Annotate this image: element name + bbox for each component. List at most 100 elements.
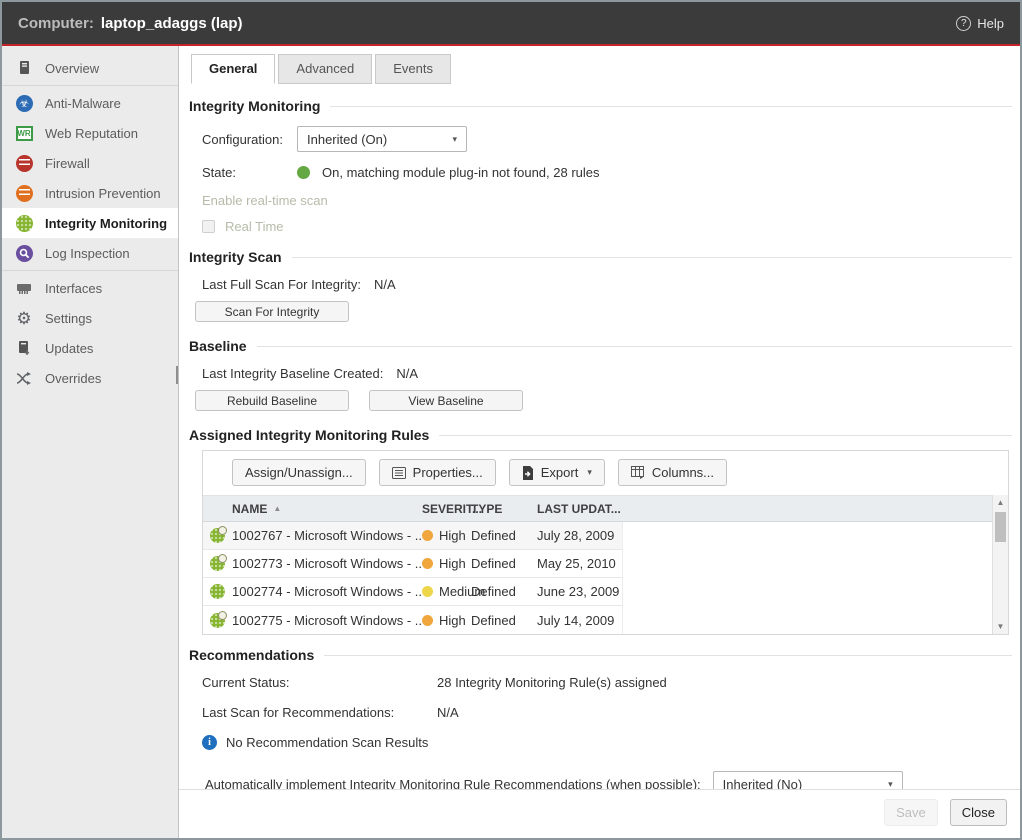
tab-events[interactable]: Events [375,54,451,84]
integrity-rule-icon [210,613,225,628]
configuration-value: Inherited (On) [307,132,387,147]
properties-button[interactable]: Properties... [379,459,496,486]
chevron-down-icon: ▾ [587,467,592,478]
real-time-label: Real Time [225,219,284,234]
current-status-value: 28 Integrity Monitoring Rule(s) assigned [437,675,667,690]
section-title: Assigned Integrity Monitoring Rules [189,427,429,443]
intrusion-prevention-icon [15,184,33,202]
interfaces-icon [15,279,33,297]
settings-icon: ⚙ [15,309,33,327]
sidebar-item-log-inspection[interactable]: Log Inspection [2,238,178,268]
integrity-rule-icon [210,584,225,599]
sidebar-item-overview[interactable]: Overview [2,53,178,83]
columns-icon [631,466,645,479]
last-full-scan-value: N/A [374,277,396,292]
last-baseline-created-label: Last Integrity Baseline Created: [202,366,383,381]
rule-row[interactable]: 1002775 - Microsoft Windows - ... High D… [203,606,623,634]
rule-row[interactable]: 1002773 - Microsoft Windows - ... High D… [203,550,623,578]
assigned-rules-section-header: Assigned Integrity Monitoring Rules [189,427,1012,443]
sidebar-item-label: Intrusion Prevention [45,186,161,201]
real-time-checkbox[interactable] [202,220,215,233]
sidebar-item-label: Overrides [45,371,101,386]
tab-bar: General Advanced Events [179,46,1020,84]
export-icon [522,466,534,480]
scroll-up-icon[interactable]: ▲ [997,498,1005,507]
scroll-down-icon[interactable]: ▼ [997,622,1005,631]
sidebar-separator [2,85,178,86]
sidebar-item-firewall[interactable]: Firewall [2,148,178,178]
sidebar-item-web-reputation[interactable]: WR Web Reputation [2,118,178,148]
rules-table-header: NAME ▲ SEVERIT... TYPE LAST UPDAT... [203,495,992,522]
severity-high-icon [422,530,433,541]
configuration-select[interactable]: Inherited (On) ▾ [297,126,467,152]
close-button[interactable]: Close [950,799,1007,826]
rebuild-baseline-button[interactable]: Rebuild Baseline [195,390,349,411]
column-header-type[interactable]: TYPE [471,502,537,516]
rule-name: 1002767 - Microsoft Windows - ... [232,528,422,543]
sidebar-item-anti-malware[interactable]: ☣ Anti-Malware [2,88,178,118]
rule-row[interactable]: 1002774 - Microsoft Windows - ... Medium… [203,578,623,606]
computer-name: laptop_adaggs (lap) [101,15,243,32]
rule-type: Defined [471,528,537,543]
last-baseline-created-value: N/A [396,366,418,381]
auto-implement-select[interactable]: Inherited (No) ▾ [713,771,903,789]
severity-high-icon [422,615,433,626]
column-header-severity[interactable]: SEVERIT... [422,502,471,516]
assigned-rules-panel: Assign/Unassign... Properties... Export … [202,450,1009,635]
export-button[interactable]: Export ▾ [509,459,605,486]
general-tab-content: Integrity Monitoring Configuration: Inhe… [179,84,1020,789]
sidebar-item-label: Overview [45,61,99,76]
integrity-scan-section-header: Integrity Scan [189,249,1012,265]
columns-button[interactable]: Columns... [618,459,727,486]
integrity-rule-icon [210,528,225,543]
integrity-rule-icon [210,556,225,571]
scrollbar-thumb[interactable] [995,512,1006,542]
rule-severity: High [439,528,466,543]
computer-editor-window: Computer: laptop_adaggs (lap) ? Help Ove… [0,0,1022,840]
rule-type: Defined [471,584,537,599]
properties-icon [392,467,406,479]
save-button[interactable]: Save [884,799,938,826]
section-rule [292,257,1012,258]
current-status-label: Current Status: [202,675,437,690]
rule-row[interactable]: 1002767 - Microsoft Windows - ... High D… [203,522,623,550]
rules-table: NAME ▲ SEVERIT... TYPE LAST UPDAT... 100… [203,495,1008,634]
rule-name: 1002774 - Microsoft Windows - ... [232,584,422,599]
sidebar-item-interfaces[interactable]: Interfaces [2,273,178,303]
view-baseline-button[interactable]: View Baseline [369,390,523,411]
last-scan-recommendations-value: N/A [437,705,459,720]
sidebar: Overview ☣ Anti-Malware WR Web Reputatio… [2,46,179,838]
sidebar-item-updates[interactable]: Updates [2,333,178,363]
sidebar-item-label: Firewall [45,156,90,171]
sidebar-item-label: Integrity Monitoring [45,216,167,231]
assign-unassign-button[interactable]: Assign/Unassign... [232,459,366,486]
rules-table-scrollbar[interactable]: ▲ ▼ [992,495,1008,634]
sidebar-item-label: Anti-Malware [45,96,121,111]
auto-implement-value: Inherited (No) [723,777,802,790]
help-button[interactable]: ? Help [956,16,1004,31]
column-header-last-updated[interactable]: LAST UPDAT... [537,502,621,516]
enable-realtime-scan-label: Enable real-time scan [202,193,328,208]
tab-general[interactable]: General [191,54,275,84]
sidebar-item-intrusion-prevention[interactable]: Intrusion Prevention [2,178,178,208]
sidebar-resize-handle[interactable] [176,366,178,384]
no-recommendation-results-text: No Recommendation Scan Results [226,735,428,750]
sidebar-item-overrides[interactable]: Overrides [2,363,178,393]
state-value: On, matching module plug-in not found, 2… [322,165,600,180]
footer-bar: Save Close [179,789,1020,838]
column-header-name[interactable]: NAME ▲ [232,502,422,516]
rule-type: Defined [471,556,537,571]
sidebar-item-settings[interactable]: ⚙ Settings [2,303,178,333]
rule-type: Defined [471,613,537,628]
severity-high-icon [422,558,433,569]
tab-advanced[interactable]: Advanced [278,54,372,84]
section-title: Recommendations [189,647,314,663]
help-label: Help [977,16,1004,31]
last-scan-recommendations-label: Last Scan for Recommendations: [202,705,437,720]
title-prefix: Computer: [18,15,94,32]
scan-for-integrity-button[interactable]: Scan For Integrity [195,301,349,322]
auto-implement-label: Automatically implement Integrity Monito… [205,777,701,790]
sidebar-item-integrity-monitoring[interactable]: Integrity Monitoring [2,208,178,238]
rule-name: 1002773 - Microsoft Windows - ... [232,556,422,571]
title-bar: Computer: laptop_adaggs (lap) ? Help [2,2,1020,46]
